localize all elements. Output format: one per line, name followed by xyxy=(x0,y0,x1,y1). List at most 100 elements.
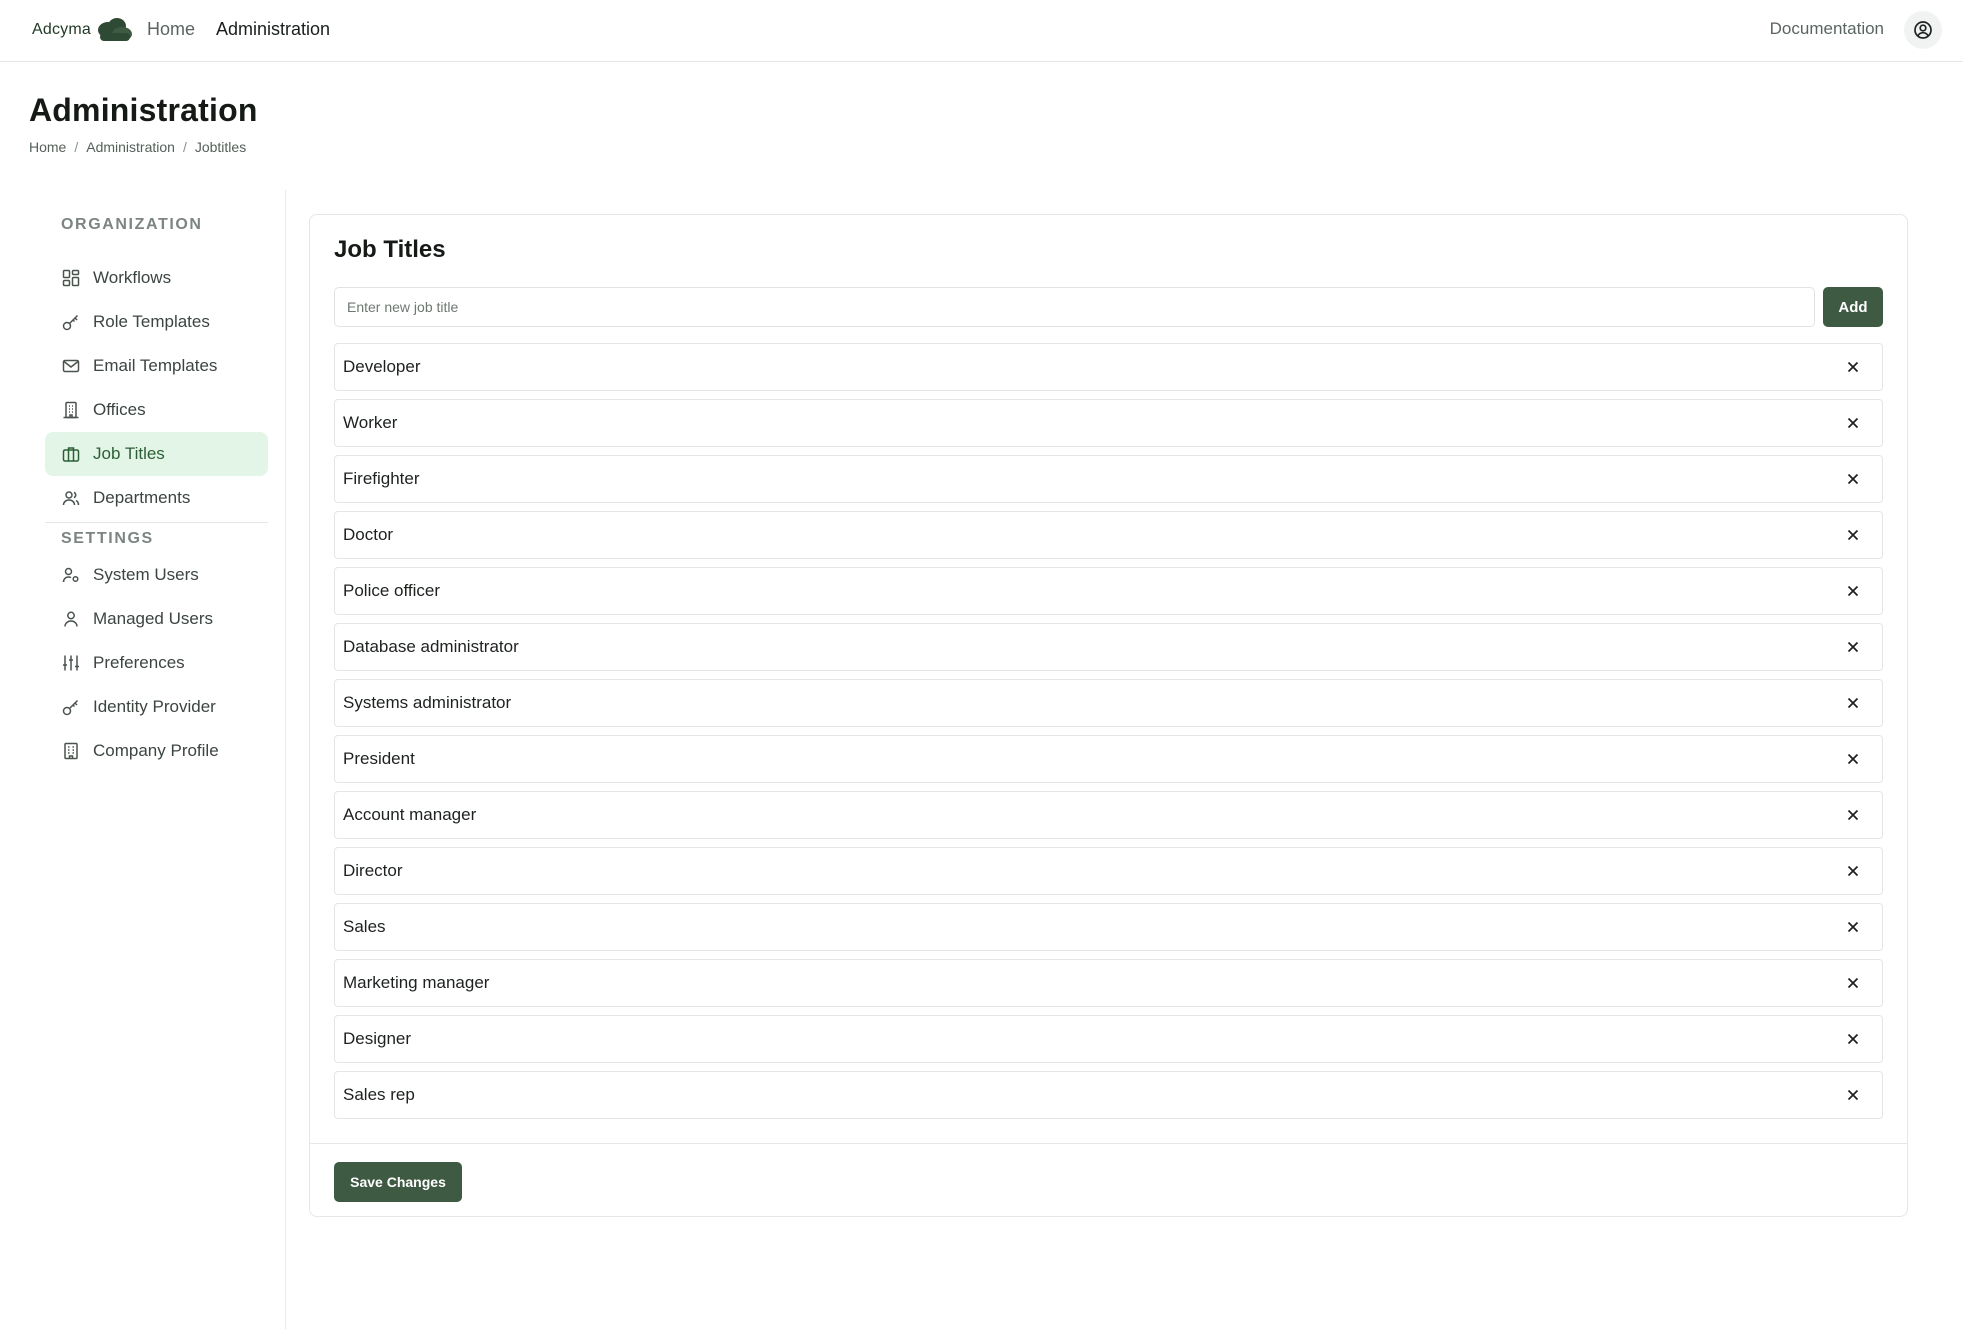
list-item: Database administrator xyxy=(334,623,1883,671)
sidebar-item-email-templates[interactable]: Email Templates xyxy=(45,344,268,388)
sidebar-item-departments[interactable]: Departments xyxy=(45,476,268,520)
sidebar-item-company-profile[interactable]: Company Profile xyxy=(45,729,268,773)
close-icon xyxy=(1847,641,1859,653)
cloud-logo-icon xyxy=(98,18,132,41)
sidebar: ORGANIZATION Workflows Role Templates Em… xyxy=(0,190,286,1329)
job-title-label: Designer xyxy=(343,1029,412,1048)
close-icon xyxy=(1847,417,1859,429)
nav-home-link[interactable]: Home xyxy=(147,18,195,40)
job-titles-card: Job Titles Add Developer Worker Firefigh… xyxy=(309,214,1908,1217)
briefcase-icon xyxy=(61,444,81,464)
list-item: Account manager xyxy=(334,791,1883,839)
card-footer-divider xyxy=(310,1143,1907,1144)
sidebar-item-label: Identity Provider xyxy=(93,697,216,716)
job-title-label: Doctor xyxy=(343,525,394,544)
grid-icon xyxy=(61,268,81,288)
remove-button[interactable] xyxy=(1842,1084,1864,1106)
job-title-label: Marketing manager xyxy=(343,973,490,992)
sidebar-item-label: Email Templates xyxy=(93,356,218,375)
users-icon xyxy=(61,488,81,508)
new-job-title-input[interactable] xyxy=(334,287,1815,327)
user-cog-icon xyxy=(61,565,81,585)
list-item: Designer xyxy=(334,1015,1883,1063)
user-icon xyxy=(61,609,81,629)
sidebar-item-preferences[interactable]: Preferences xyxy=(45,641,268,685)
breadcrumb-separator: / xyxy=(182,139,187,155)
sidebar-section-settings: SETTINGS xyxy=(61,530,154,547)
office-icon xyxy=(61,741,81,761)
job-title-label: Developer xyxy=(343,357,421,376)
job-title-label: Sales xyxy=(343,917,386,936)
close-icon xyxy=(1847,809,1859,821)
list-item: Firefighter xyxy=(334,455,1883,503)
remove-button[interactable] xyxy=(1842,356,1864,378)
job-title-label: Worker xyxy=(343,413,398,432)
sidebar-item-role-templates[interactable]: Role Templates xyxy=(45,300,268,344)
remove-button[interactable] xyxy=(1842,692,1864,714)
close-icon xyxy=(1847,1033,1859,1045)
page-title: Administration xyxy=(29,92,258,128)
job-title-label: President xyxy=(343,749,415,768)
close-icon xyxy=(1847,529,1859,541)
remove-button[interactable] xyxy=(1842,916,1864,938)
close-icon xyxy=(1847,977,1859,989)
remove-button[interactable] xyxy=(1842,804,1864,826)
job-title-label: Systems administrator xyxy=(343,693,512,712)
list-item: Systems administrator xyxy=(334,679,1883,727)
remove-button[interactable] xyxy=(1842,580,1864,602)
job-title-label: Account manager xyxy=(343,805,477,824)
sidebar-item-identity-provider[interactable]: Identity Provider xyxy=(45,685,268,729)
sidebar-divider xyxy=(45,522,268,523)
list-item: Worker xyxy=(334,399,1883,447)
remove-button[interactable] xyxy=(1842,524,1864,546)
list-item: Director xyxy=(334,847,1883,895)
sidebar-item-workflows[interactable]: Workflows xyxy=(45,256,268,300)
sidebar-item-job-titles[interactable]: Job Titles xyxy=(45,432,268,476)
mail-icon xyxy=(61,356,81,376)
building-icon xyxy=(61,400,81,420)
remove-button[interactable] xyxy=(1842,412,1864,434)
list-item: Marketing manager xyxy=(334,959,1883,1007)
job-title-label: Firefighter xyxy=(343,469,420,488)
sidebar-item-label: Offices xyxy=(93,400,146,419)
sidebar-item-managed-users[interactable]: Managed Users xyxy=(45,597,268,641)
sidebar-item-system-users[interactable]: System Users xyxy=(45,553,268,597)
top-navigation: Adcyma Home Administration Documentation xyxy=(0,0,1963,62)
nav-documentation-link[interactable]: Documentation xyxy=(1770,19,1884,39)
account-button[interactable] xyxy=(1904,11,1942,49)
sidebar-item-offices[interactable]: Offices xyxy=(45,388,268,432)
breadcrumb-current: Jobtitles xyxy=(194,139,247,155)
close-icon xyxy=(1847,473,1859,485)
sliders-icon xyxy=(61,653,81,673)
breadcrumb-separator: / xyxy=(74,139,79,155)
user-circle-icon xyxy=(1914,21,1932,39)
remove-button[interactable] xyxy=(1842,860,1864,882)
sidebar-item-label: Job Titles xyxy=(93,444,165,463)
key-icon xyxy=(61,697,81,717)
brand-name: Adcyma xyxy=(32,21,91,38)
sidebar-item-label: System Users xyxy=(93,565,199,584)
save-changes-button[interactable]: Save Changes xyxy=(334,1162,462,1202)
remove-button[interactable] xyxy=(1842,636,1864,658)
close-icon xyxy=(1847,1089,1859,1101)
breadcrumb-home[interactable]: Home xyxy=(29,139,66,155)
close-icon xyxy=(1847,865,1859,877)
brand[interactable]: Adcyma xyxy=(32,16,133,44)
key-icon xyxy=(61,312,81,332)
list-item: Sales rep xyxy=(334,1071,1883,1119)
nav-administration-link[interactable]: Administration xyxy=(216,18,330,40)
close-icon xyxy=(1847,697,1859,709)
remove-button[interactable] xyxy=(1842,972,1864,994)
job-title-label: Database administrator xyxy=(343,637,519,656)
breadcrumb-administration[interactable]: Administration xyxy=(86,139,175,155)
list-item: Police officer xyxy=(334,567,1883,615)
close-icon xyxy=(1847,753,1859,765)
add-button[interactable]: Add xyxy=(1823,287,1883,327)
card-title: Job Titles xyxy=(334,236,446,263)
list-item: President xyxy=(334,735,1883,783)
job-title-label: Sales rep xyxy=(343,1085,415,1104)
remove-button[interactable] xyxy=(1842,468,1864,490)
list-item: Doctor xyxy=(334,511,1883,559)
remove-button[interactable] xyxy=(1842,1028,1864,1050)
remove-button[interactable] xyxy=(1842,748,1864,770)
